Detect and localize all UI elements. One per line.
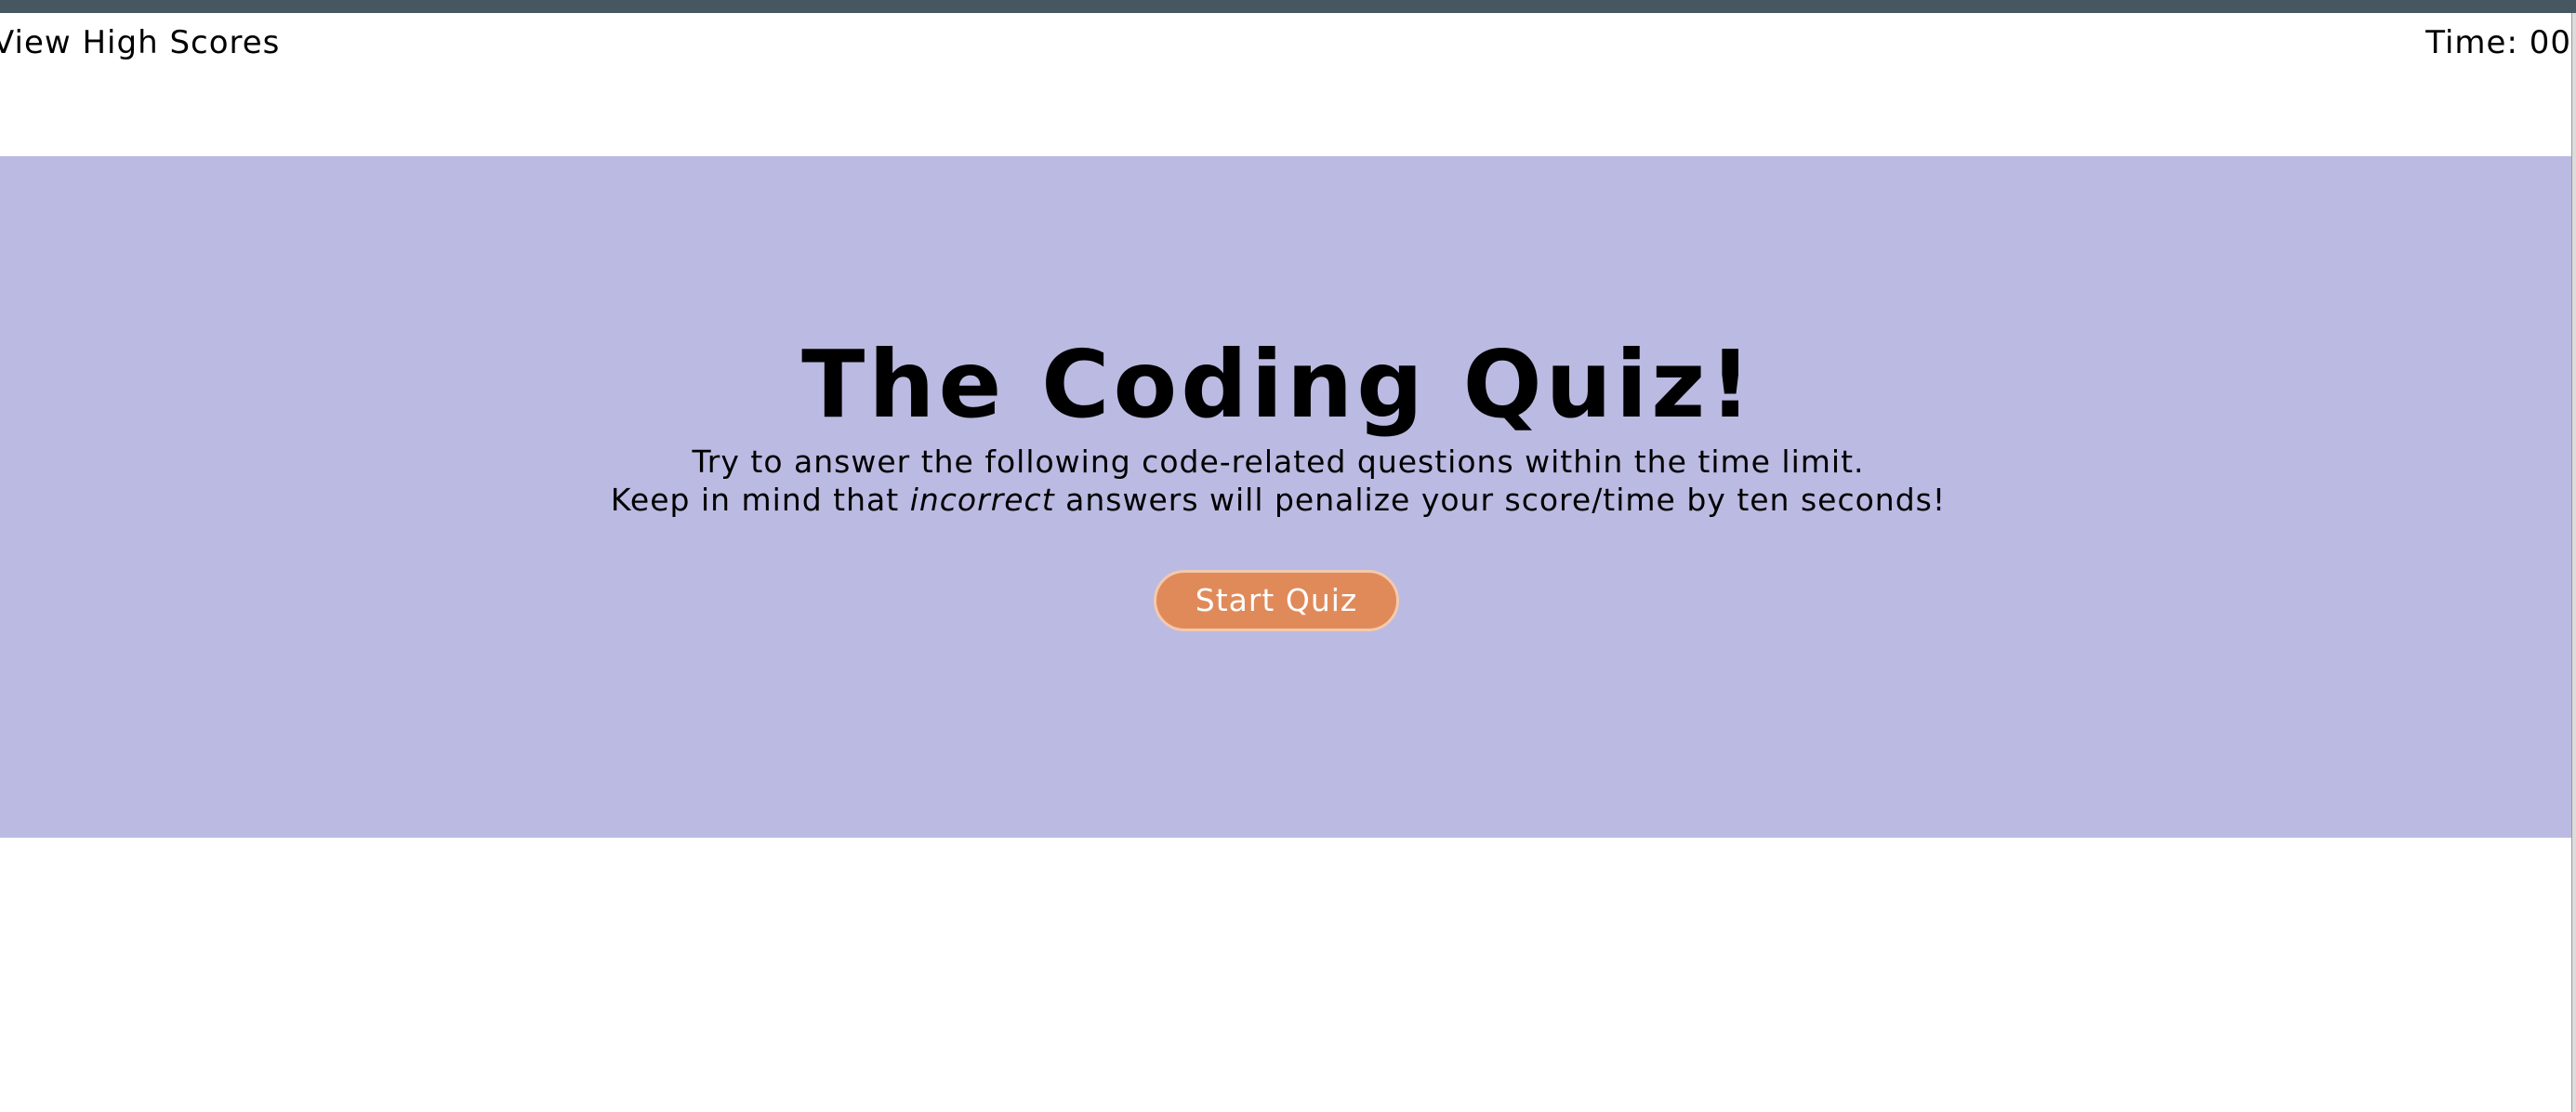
- instructions-line-1: Try to answer the following code-related…: [692, 443, 1865, 480]
- instructions-line-2: Keep in mind that incorrect answers will…: [0, 481, 2556, 519]
- start-quiz-button[interactable]: Start Quiz: [1154, 570, 1399, 631]
- instructions-line-2-end: answers will penalize your score/time by…: [1054, 482, 1947, 518]
- timer-label: Time:: [2425, 24, 2530, 61]
- quiz-title: The Coding Quiz!: [801, 330, 1755, 439]
- view-high-scores-link[interactable]: View High Scores: [0, 24, 280, 61]
- quiz-instructions: Try to answer the following code-related…: [0, 443, 2556, 519]
- timer: Time: 00: [2425, 24, 2571, 61]
- page: View High Scores Time: 00 The Coding Qui…: [0, 13, 2571, 1112]
- timer-value: 00: [2529, 24, 2571, 61]
- instructions-line-2-start: Keep in mind that: [610, 482, 910, 518]
- browser-top-strip: [0, 0, 2576, 13]
- instructions-emphasis: incorrect: [909, 482, 1055, 518]
- quiz-intro-section: The Coding Quiz! Try to answer the follo…: [0, 156, 2571, 838]
- window-right-edge: [2571, 13, 2576, 1112]
